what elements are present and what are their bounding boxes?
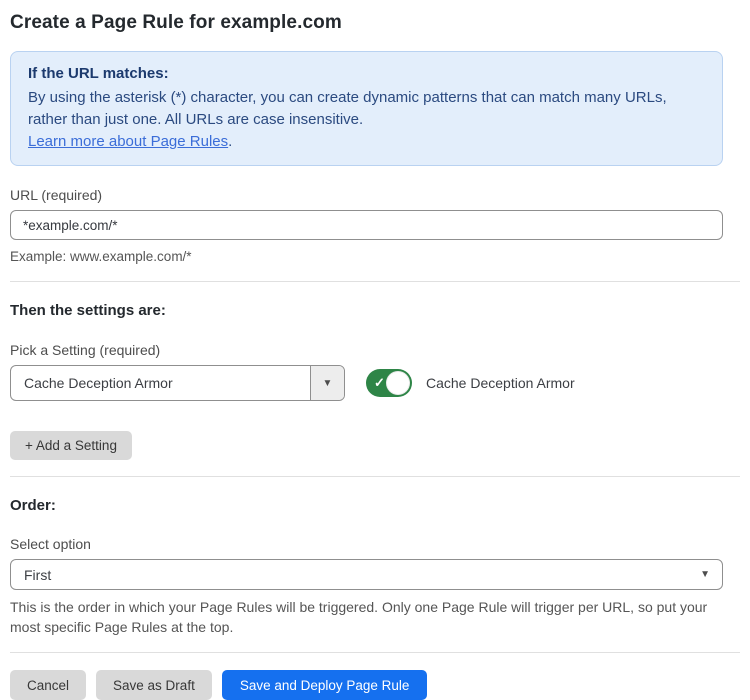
url-input[interactable] <box>10 210 723 240</box>
divider <box>10 476 740 477</box>
toggle-knob <box>386 371 410 395</box>
learn-more-link[interactable]: Learn more about Page Rules <box>28 133 228 150</box>
add-setting-button[interactable]: + Add a Setting <box>10 431 132 460</box>
toggle-label: Cache Deception Armor <box>426 375 575 391</box>
order-select[interactable]: First ▼ <box>10 559 723 590</box>
info-box-body: By using the asterisk (*) character, you… <box>28 87 688 131</box>
setting-toggle-group: ✓ Cache Deception Armor <box>366 369 575 397</box>
save-and-deploy-button[interactable]: Save and Deploy Page Rule <box>222 670 428 700</box>
link-suffix: . <box>228 133 232 150</box>
divider <box>10 281 740 282</box>
order-select-value: First <box>24 567 51 583</box>
setting-row: Cache Deception Armor ▼ ✓ Cache Deceptio… <box>10 365 740 401</box>
order-section-heading: Order: <box>10 497 740 514</box>
url-match-info-box: If the URL matches: By using the asteris… <box>10 51 723 166</box>
pick-setting-label: Pick a Setting (required) <box>10 342 740 358</box>
url-example-text: Example: www.example.com/* <box>10 247 740 266</box>
url-field-label: URL (required) <box>10 187 740 203</box>
settings-section-heading: Then the settings are: <box>10 302 740 319</box>
order-help-text: This is the order in which your Page Rul… <box>10 597 730 637</box>
page-title: Create a Page Rule for example.com <box>10 12 740 34</box>
save-as-draft-button[interactable]: Save as Draft <box>96 670 212 700</box>
url-section: URL (required) Example: www.example.com/… <box>10 187 740 266</box>
setting-dropdown-button[interactable]: ▼ <box>310 366 344 400</box>
select-option-label: Select option <box>10 536 740 552</box>
caret-down-icon: ▼ <box>323 378 333 389</box>
check-icon: ✓ <box>374 376 385 389</box>
info-box-heading: If the URL matches: <box>28 63 705 85</box>
divider <box>10 652 740 653</box>
footer-actions: Cancel Save as Draft Save and Deploy Pag… <box>10 670 740 700</box>
caret-down-icon: ▼ <box>700 569 710 580</box>
info-box-link-line: Learn more about Page Rules. <box>28 131 705 153</box>
cache-deception-armor-toggle[interactable]: ✓ <box>366 369 412 397</box>
setting-dropdown[interactable]: Cache Deception Armor ▼ <box>10 365 345 401</box>
cancel-button[interactable]: Cancel <box>10 670 86 700</box>
create-page-rule-panel: Create a Page Rule for example.com If th… <box>0 0 750 700</box>
setting-dropdown-value: Cache Deception Armor <box>11 366 310 400</box>
